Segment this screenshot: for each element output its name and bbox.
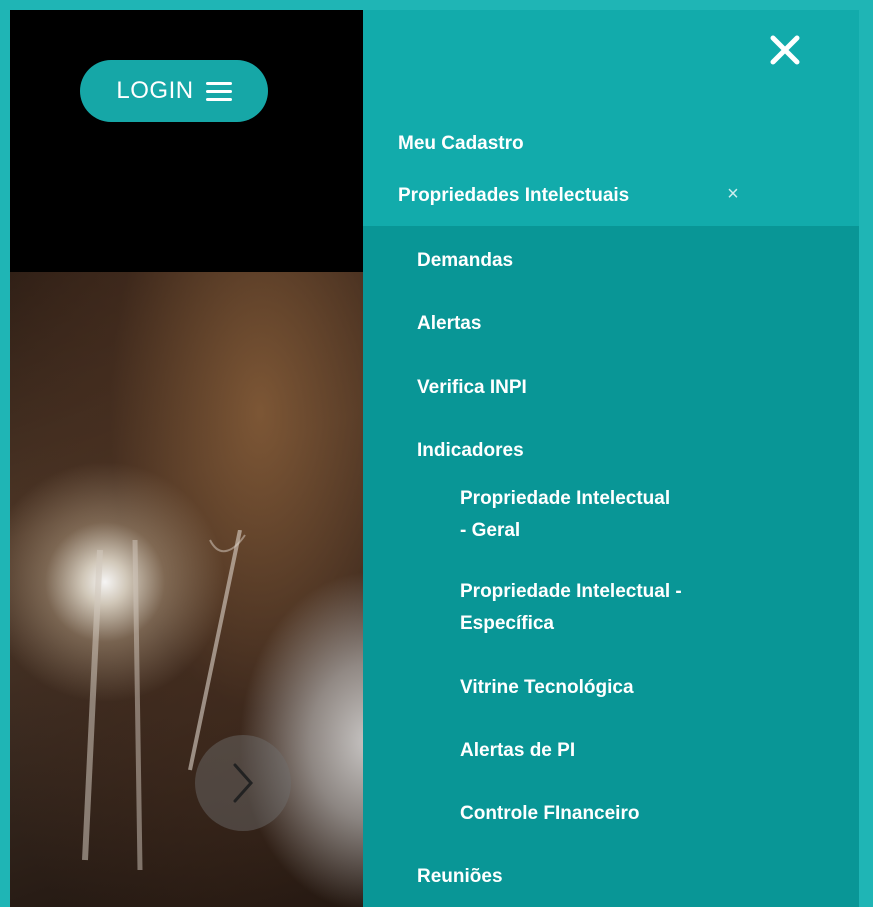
close-menu-button[interactable] [765, 30, 805, 70]
login-button[interactable]: LOGIN [80, 60, 268, 122]
hamburger-icon [205, 81, 232, 101]
light-bulb-filament [82, 530, 246, 871]
menu-item-controle-financeiro[interactable]: Controle FInanceiro [460, 798, 760, 830]
menu-item-pi-geral-line1: Propriedade Intelectual [460, 488, 671, 509]
menu-item-propriedades-intelectuais[interactable]: Propriedades Intelectuais [398, 185, 629, 207]
menu-item-alertas[interactable]: Alertas [417, 313, 481, 335]
menu-item-vitrine-tecnologica[interactable]: Vitrine Tecnológica [460, 672, 760, 704]
menu-item-reunioes[interactable]: Reuniões [417, 866, 503, 888]
side-menu: Meu Cadastro Propriedades Intelectuais ×… [363, 10, 859, 907]
menu-item-demandas[interactable]: Demandas [417, 250, 513, 272]
menu-item-pi-especifica-line2: Específica [460, 613, 554, 634]
menu-item-pi-especifica-line1: Propriedade Intelectual - [460, 581, 682, 602]
menu-item-indicadores[interactable]: Indicadores [417, 440, 524, 462]
menu-item-alertas-de-pi[interactable]: Alertas de PI [460, 735, 760, 767]
menu-item-pi-geral[interactable]: Propriedade Intelectual - Geral [460, 483, 760, 547]
menu-item-meu-cadastro[interactable]: Meu Cadastro [398, 133, 524, 155]
slider-next-button[interactable] [195, 735, 291, 831]
hero-area: LOGIN [10, 10, 363, 907]
menu-item-verifica-inpi[interactable]: Verifica INPI [417, 377, 527, 399]
menu-item-pi-geral-line2: - Geral [460, 520, 521, 541]
login-label: LOGIN [116, 77, 194, 104]
close-icon [770, 35, 800, 65]
menu-item-pi-especifica[interactable]: Propriedade Intelectual - Específica [460, 576, 760, 640]
collapse-submenu-icon[interactable]: × [723, 184, 743, 204]
app-frame: LOGIN Meu Cadastro Propriedades Intelect… [10, 10, 859, 907]
chevron-right-icon [233, 763, 254, 803]
